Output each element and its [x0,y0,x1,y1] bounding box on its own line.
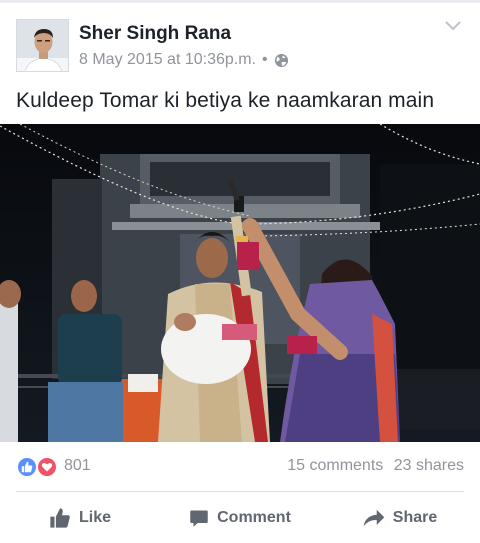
love-reaction-icon[interactable] [36,456,58,478]
post-caption: Kuldeep Tomar ki betiya ke naamkaran mai… [16,89,435,112]
thumbs-up-icon [50,508,70,528]
share-arrow-icon [363,509,385,527]
stats-bar: 801 15 comments 23 shares [16,452,464,482]
post-meta: 8 May 2015 at 10:36p.m. • [79,51,289,69]
post-photo[interactable] [0,124,480,442]
comment-bubble-icon [190,510,208,527]
share-button[interactable]: Share [320,493,480,543]
share-label: Share [392,509,438,526]
action-bar: Like Comment Share [0,493,480,543]
meta-separator: • [262,51,268,68]
author-name[interactable]: Sher Singh Rana [79,23,231,45]
author-avatar[interactable] [16,19,69,72]
post-header: Sher Singh Rana 8 May 2015 at 10:36p.m. … [0,3,480,79]
shares-count[interactable]: 23 shares [394,457,464,474]
like-button[interactable]: Like [0,493,160,543]
chevron-down-icon[interactable] [443,19,463,33]
like-reaction-icon[interactable] [16,456,38,478]
engagement-counts: 15 comments 23 shares [287,457,464,475]
comment-label: Comment [217,509,291,526]
comments-count[interactable]: 15 comments [287,457,383,474]
comment-button[interactable]: Comment [160,493,320,543]
divider [16,491,464,492]
reaction-count[interactable]: 801 [64,457,91,475]
like-label: Like [78,509,111,526]
post-timestamp[interactable]: 8 May 2015 at 10:36p.m. [79,51,256,69]
globe-icon [274,53,289,68]
